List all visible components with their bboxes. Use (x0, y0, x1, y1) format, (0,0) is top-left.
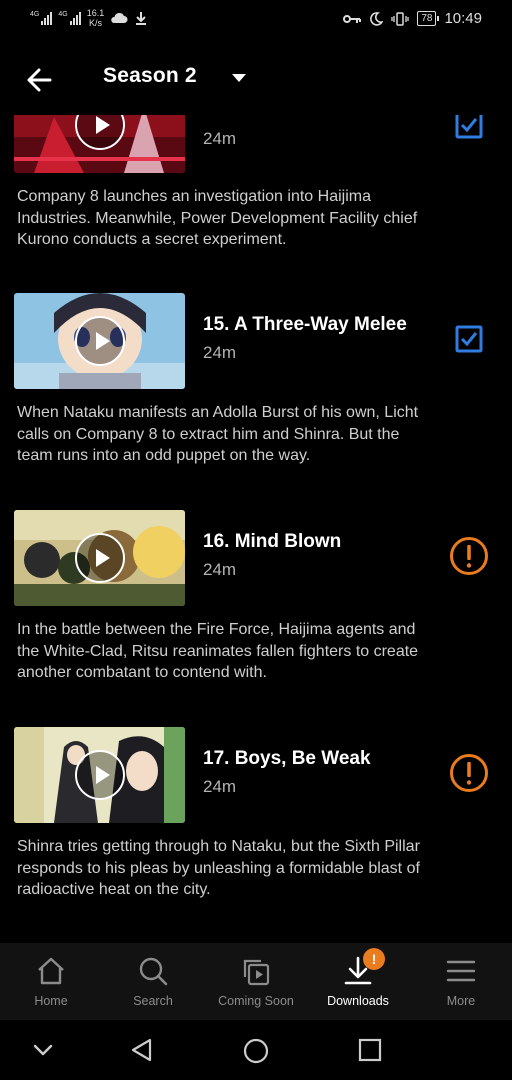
downloads-alert-badge: ! (363, 948, 385, 970)
moon-icon (370, 11, 384, 26)
episode-duration: 24m (203, 129, 237, 148)
nav-item-coming-soon[interactable]: Coming Soon (205, 943, 307, 1020)
key-icon (343, 14, 362, 23)
season-selector-label[interactable]: Season 2 (103, 64, 197, 88)
home-icon (38, 957, 64, 985)
vibrate-icon (391, 11, 409, 26)
episode-description: Shinra tries getting through to Nataku, … (17, 838, 420, 898)
battery-indicator: 78 (417, 11, 440, 26)
episode-thumbnail[interactable] (14, 727, 185, 823)
episode-description: When Nataku manifests an Adolla Burst of… (17, 404, 419, 464)
cloud-icon (111, 12, 128, 23)
back-arrow-icon[interactable] (22, 62, 58, 98)
bottom-navigation: Home Search Coming Soon Downloads More (0, 943, 512, 1020)
home-circle-icon[interactable] (242, 1037, 270, 1065)
episode-title: 17. Boys, Be Weak (203, 748, 371, 769)
episode-thumbnail[interactable] (14, 115, 185, 173)
nav-item-more[interactable]: More (410, 943, 512, 1020)
episode-thumbnail[interactable] (14, 293, 185, 389)
status-bar-left: 4G 4G 16.1 K/s (30, 8, 148, 28)
episode-duration: 24m (203, 343, 237, 362)
network-type: 4G (30, 11, 40, 18)
back-triangle-icon[interactable] (129, 1037, 155, 1063)
episode-list[interactable]: 24m Company 8 launches an investigation … (0, 115, 512, 943)
warning-circle-icon[interactable] (449, 536, 489, 576)
signal-icon: 4G (58, 11, 81, 25)
nav-item-home[interactable]: Home (0, 943, 102, 1020)
signal-icon: 4G (30, 11, 53, 25)
recents-square-icon[interactable] (357, 1037, 383, 1063)
nav-label: Downloads (327, 994, 389, 1008)
play-icon[interactable] (75, 316, 125, 366)
nav-label: Home (34, 994, 68, 1008)
checkbox-checked-icon[interactable] (449, 319, 489, 359)
status-bar: 4G 4G 16.1 K/s 78 10:49 (0, 0, 512, 40)
search-icon (139, 957, 168, 986)
episode-title: 16. Mind Blown (203, 531, 342, 552)
network-speed: 16.1 K/s (86, 8, 105, 28)
episode-thumbnail[interactable] (14, 510, 185, 606)
app-header: Season 2 (0, 40, 512, 115)
nav-item-search[interactable]: Search (102, 943, 204, 1020)
nav-label: More (446, 994, 476, 1008)
nav-label: Coming Soon (218, 994, 294, 1008)
download-status-icon (136, 12, 147, 25)
clock: 10:49 (444, 10, 482, 27)
system-navigation-bar (0, 1020, 512, 1080)
play-icon[interactable] (75, 750, 125, 800)
episode-description: In the battle between the Fire Force, Ha… (17, 621, 419, 681)
coming-soon-icon (243, 959, 270, 986)
episode-description: Company 8 launches an investigation into… (17, 188, 418, 248)
menu-icon (446, 960, 476, 982)
network-type: 4G (58, 11, 68, 18)
episode-duration: 24m (203, 777, 237, 796)
status-bar-right: 78 10:49 (343, 10, 482, 27)
episode-title: 15. A Three-Way Melee (203, 314, 407, 335)
checkbox-checked-icon[interactable] (449, 115, 489, 145)
play-icon[interactable] (75, 533, 125, 583)
episode-duration: 24m (203, 560, 237, 579)
nav-label: Search (133, 994, 173, 1008)
chevron-down-icon[interactable] (232, 74, 246, 82)
nav-item-downloads[interactable]: Downloads (307, 943, 409, 1020)
collapse-chevron-icon[interactable] (30, 1037, 56, 1063)
warning-circle-icon[interactable] (449, 753, 489, 793)
